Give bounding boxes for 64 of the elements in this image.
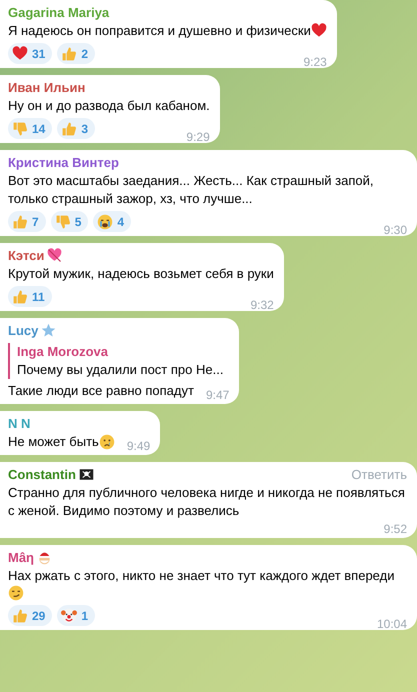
heart-arrow-icon — [47, 248, 62, 263]
reaction-chip[interactable]: 14 — [8, 118, 52, 139]
reaction-chip[interactable]: 31 — [8, 43, 52, 64]
author-name: Mâη — [8, 548, 34, 566]
reaction-count: 31 — [32, 46, 46, 62]
clown-face-icon — [61, 608, 78, 624]
star-icon — [41, 323, 56, 338]
reply-link[interactable]: Ответить — [351, 464, 407, 484]
message-time: 9:29 — [186, 130, 210, 144]
reaction-count: 5 — [74, 214, 82, 230]
thumbs-up-icon — [12, 288, 28, 304]
message-text: Такие люди все равно попадут — [8, 382, 194, 400]
thumbs-up-icon — [61, 120, 78, 136]
reaction-chip[interactable]: 3 — [57, 118, 96, 139]
message-time: 9:30 — [384, 223, 407, 237]
author-name: Gagarina Mariya — [8, 4, 110, 22]
reaction-chip[interactable]: 29 — [8, 605, 52, 626]
reaction-chip[interactable]: 4 — [93, 211, 132, 232]
reaction-count: 11 — [32, 288, 45, 306]
sad-face-icon — [98, 434, 115, 450]
message-text: Нах ржать с этого, никто не знает что тут каждого ждет впереди — [8, 567, 394, 585]
thumbs-up-icon — [12, 214, 28, 230]
smirk-face-icon — [8, 585, 24, 601]
reaction-chip[interactable]: 5 — [50, 211, 88, 232]
author-name: N N — [8, 414, 30, 432]
thumbs-down-icon — [54, 214, 71, 230]
quote-author: Inga Morozova — [17, 343, 110, 361]
author-name: Кэтси — [8, 246, 44, 264]
quote-text: Почему вы удалили пост про Не... — [17, 361, 224, 379]
thumbs-down-icon — [12, 120, 28, 136]
heart-icon — [12, 46, 28, 62]
thumbs-up-icon — [12, 608, 28, 624]
author-name: Кристина Винтер — [8, 154, 119, 172]
reaction-count: 2 — [81, 46, 88, 62]
thumbs-up-icon — [61, 46, 78, 62]
message-time: 9:52 — [382, 522, 407, 536]
reaction-chip[interactable]: 2 — [57, 43, 96, 64]
crying-face-icon — [97, 214, 114, 230]
reaction-chip[interactable]: 11 — [8, 286, 52, 307]
author-name: Иван Ильин — [8, 78, 86, 96]
message-text: Ну он и до развода был кабаном. — [8, 97, 210, 115]
reaction-count: 14 — [32, 120, 46, 138]
author-name: Constantin — [8, 466, 76, 484]
heart-icon — [310, 23, 327, 39]
reaction-count: 29 — [32, 608, 46, 624]
message-text: Я надеюсь он поправится и душевно и физически — [8, 22, 311, 40]
message-time: 9:49 — [126, 439, 150, 453]
reaction-count: 1 — [81, 608, 88, 624]
reaction-count: 4 — [117, 214, 124, 230]
reaction-chip[interactable]: 1 — [57, 605, 96, 626]
message-time: 9:47 — [204, 388, 230, 402]
author-name: Lucy — [8, 322, 38, 340]
message-text: Странно для публичного человека нигде и никогда не появляться с женой. Видимо поэтому и развелись — [8, 484, 406, 520]
reaction-count: 3 — [81, 120, 88, 138]
message-time: 10:04 — [376, 617, 407, 631]
santa-face-icon — [37, 550, 52, 565]
message-time: 9:23 — [303, 55, 327, 69]
reaction-chip[interactable]: 7 — [8, 211, 46, 232]
reaction-count: 7 — [32, 214, 39, 230]
message-time: 9:32 — [250, 298, 274, 312]
message-text: Крутой мужик, надеюсь возьмет себя в руки — [8, 265, 274, 283]
message-text: Вот это масштабы заедания... Жесть... Как страшный запой, только страшный зажор, хз, что лучше... — [8, 172, 375, 208]
message-text: Не может быть — [8, 433, 99, 451]
pirate-flag-icon — [78, 467, 94, 482]
